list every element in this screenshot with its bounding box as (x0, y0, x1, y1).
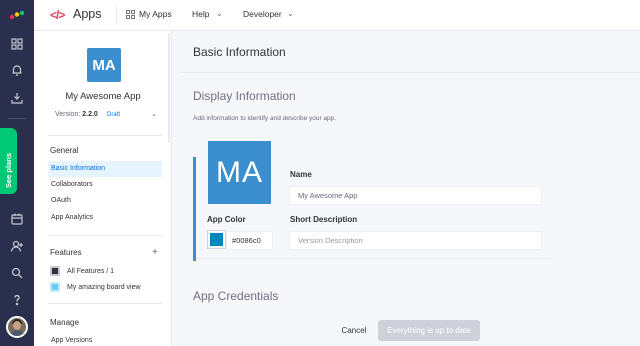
color-swatch[interactable] (208, 231, 225, 248)
app-color-label: App Color (207, 215, 246, 224)
rail-divider (8, 118, 26, 119)
app-name: My Awesome App (65, 91, 141, 102)
sidebar-scrollbar[interactable] (168, 33, 170, 143)
title-divider (181, 72, 640, 73)
feature-item-label: My amazing board view (67, 283, 141, 291)
see-plans-label: See plans (4, 152, 13, 188)
left-rail: See plans (0, 0, 34, 346)
save-status-button[interactable]: Everything is up to date (378, 320, 480, 341)
my-apps-link[interactable]: My Apps (126, 9, 172, 19)
calendar-icon[interactable] (10, 212, 24, 226)
sidebar-item-basic-information[interactable]: Basic Information (48, 161, 162, 177)
help-icon[interactable] (10, 293, 24, 307)
feature-item-all-features[interactable]: All Features / 1 (50, 266, 114, 276)
card-accent-bar (193, 157, 196, 261)
cancel-button[interactable]: Cancel (334, 321, 374, 340)
app-color-field[interactable]: #0086c0 (226, 231, 273, 250)
grid-small-icon (126, 9, 135, 19)
app-icon-large[interactable]: MA (208, 141, 271, 204)
sidebar-item-oauth[interactable]: OAuth (48, 193, 162, 209)
section-title-manage: Manage (50, 318, 79, 327)
chevron-down-icon[interactable]: ⌄ (151, 110, 157, 118)
my-apps-label: My Apps (139, 9, 172, 19)
chevron-down-icon: ⌄ (287, 9, 294, 18)
inbox-download-icon[interactable] (10, 91, 24, 105)
short-description-label: Short Description (290, 215, 358, 224)
header-divider (116, 6, 117, 24)
sidebar-divider (48, 303, 162, 304)
section-title-features: Features (50, 248, 82, 257)
display-information-description: Add information to identify and describe… (193, 115, 337, 122)
search-icon[interactable] (10, 266, 24, 280)
grid-icon[interactable] (10, 37, 24, 51)
app-title: Apps (73, 7, 102, 21)
app-sidebar: MA My Awesome App Version: 2.2.0 Draft ⌄… (34, 31, 172, 346)
sidebar-divider (48, 235, 162, 236)
version-number: 2.2.0 (82, 111, 98, 118)
page-title: Basic Information (193, 45, 286, 59)
feature-item-board-view[interactable]: My amazing board view (50, 282, 141, 292)
sidebar-item-app-analytics[interactable]: App Analytics (48, 210, 162, 226)
feature-item-label: All Features / 1 (67, 267, 115, 275)
name-field[interactable]: My Awesome App (289, 186, 542, 205)
apps-code-icon: </> (50, 8, 65, 22)
board-view-icon (50, 282, 60, 292)
sidebar-item-app-versions[interactable]: App Versions (48, 333, 162, 346)
short-description-field[interactable]: Version Description (289, 231, 542, 250)
app-credentials-title: App Credentials (193, 289, 279, 303)
name-label: Name (290, 170, 312, 179)
see-plans-button[interactable]: See plans (0, 128, 17, 194)
card-divider (196, 258, 552, 259)
top-header: </> Apps My Apps Help ⌄ Developer ⌄ (34, 0, 640, 31)
section-title-general: General (50, 146, 79, 155)
version-label: Version: (55, 111, 81, 118)
draft-badge: Draft (107, 112, 121, 118)
avatar[interactable] (6, 316, 28, 338)
sidebar-item-collaborators[interactable]: Collaborators (48, 177, 162, 193)
add-user-icon[interactable] (10, 239, 24, 253)
chevron-down-icon: ⌄ (216, 9, 223, 18)
sidebar-divider (48, 135, 162, 136)
app-version[interactable]: Version: 2.2.0 (55, 111, 98, 118)
add-feature-button[interactable]: + (152, 247, 158, 258)
feature-list-icon (50, 266, 60, 276)
help-menu[interactable]: Help (192, 9, 209, 19)
developer-menu[interactable]: Developer (243, 9, 282, 19)
bell-icon[interactable] (10, 63, 24, 77)
monday-logo[interactable] (9, 10, 25, 20)
app-icon: MA (87, 48, 121, 82)
display-information-title: Display Information (193, 89, 296, 103)
